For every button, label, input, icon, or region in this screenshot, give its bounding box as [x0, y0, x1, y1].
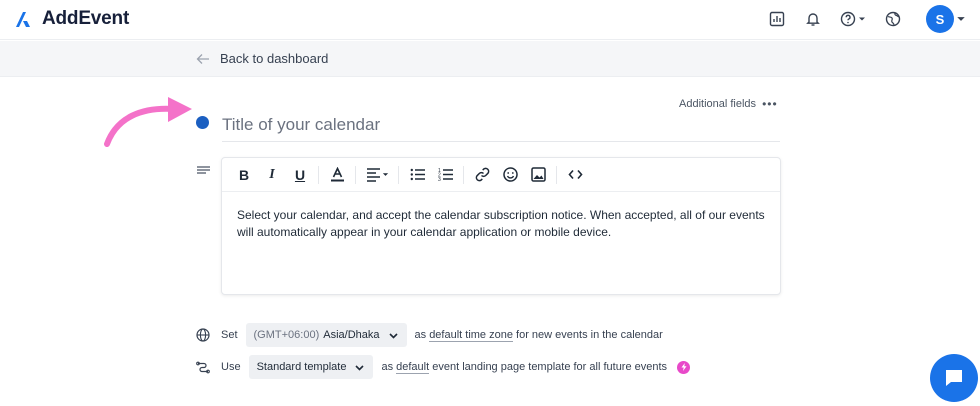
template-row: Use Standard template as default event l… [196, 355, 691, 379]
globe-icon [196, 328, 210, 342]
underline-button[interactable]: U [286, 162, 314, 188]
timezone-offset: (GMT+06:00) [253, 329, 320, 341]
chat-widget-button[interactable] [930, 354, 978, 402]
link-icon [475, 167, 489, 182]
chevron-down-icon [382, 173, 388, 176]
template-value: Standard template [256, 361, 347, 373]
toolbar-divider [318, 165, 319, 184]
emoji-icon [502, 167, 518, 182]
template-select[interactable]: Standard template [248, 355, 374, 379]
arrow-left-icon [196, 53, 209, 64]
bulleted-list-button[interactable] [403, 162, 431, 188]
description-editor: B I U 123 Select your calendar, and acce… [221, 157, 781, 295]
top-icons: S [754, 5, 966, 33]
toolbar-divider [463, 165, 464, 184]
lightning-bolt-icon[interactable] [677, 360, 691, 374]
logo[interactable]: AddEvent [14, 8, 129, 30]
back-label: Back to dashboard [220, 51, 329, 66]
user-avatar[interactable]: S [926, 5, 954, 33]
timezone-prefix: Set [221, 329, 238, 341]
description-text[interactable]: Select your calendar, and accept the cal… [222, 192, 780, 256]
timezone-row: Set (GMT+06:00) Asia/Dhaka as default ti… [196, 323, 663, 347]
chat-bubble-icon [946, 370, 962, 386]
avatar-chevron-down-icon[interactable] [956, 14, 966, 24]
emoji-button[interactable] [496, 162, 524, 188]
toolbar-divider [398, 165, 399, 184]
template-suffix: event landing page template for all futu… [432, 361, 668, 373]
top-nav: AddEvent S [0, 0, 980, 40]
addevent-logo-icon [16, 12, 30, 27]
svg-text:3: 3 [438, 177, 441, 182]
bold-button[interactable]: B [230, 162, 258, 188]
back-to-dashboard-link[interactable]: Back to dashboard [196, 51, 328, 66]
image-icon [530, 167, 546, 182]
timezone-value: Asia/Dhaka [323, 329, 380, 341]
toolbar-divider [556, 165, 557, 184]
font-color-button[interactable] [323, 162, 351, 188]
numbered-list-icon: 123 [438, 168, 453, 182]
template-middle: as [381, 361, 394, 373]
bell-icon[interactable] [800, 6, 826, 32]
chevron-down-icon [355, 364, 365, 371]
align-left-icon [366, 168, 380, 182]
route-icon [196, 361, 210, 374]
calendar-title-input[interactable] [222, 108, 780, 142]
template-prefix: Use [221, 361, 241, 373]
description-lines-icon [197, 166, 210, 174]
italic-button[interactable]: I [258, 162, 286, 188]
timezone-middle: as [414, 329, 427, 341]
code-button[interactable] [561, 162, 589, 188]
font-color-icon [330, 167, 344, 182]
timezone-select[interactable]: (GMT+06:00) Asia/Dhaka [245, 323, 407, 347]
sub-header: Back to dashboard [0, 41, 980, 77]
calendar-color-dot[interactable] [196, 116, 209, 129]
bulleted-list-icon [410, 168, 425, 181]
image-button[interactable] [524, 162, 552, 188]
help-icon[interactable] [836, 6, 870, 32]
default-template-link[interactable]: default [396, 361, 430, 374]
timezone-suffix: for new events in the calendar [516, 329, 663, 341]
code-icon [567, 169, 583, 180]
pointer-arrow-decoration [104, 97, 192, 147]
chevron-down-icon [388, 332, 398, 339]
numbered-list-button[interactable]: 123 [431, 162, 459, 188]
default-timezone-link[interactable]: default time zone [429, 329, 513, 342]
chevron-down-icon [859, 17, 865, 21]
toolbar-divider [355, 165, 356, 184]
link-button[interactable] [468, 162, 496, 188]
align-button[interactable] [360, 162, 394, 188]
brand-name: AddEvent [42, 8, 130, 29]
analytics-icon[interactable] [764, 6, 790, 32]
globe-icon[interactable] [880, 6, 906, 32]
editor-toolbar: B I U 123 [222, 158, 780, 192]
